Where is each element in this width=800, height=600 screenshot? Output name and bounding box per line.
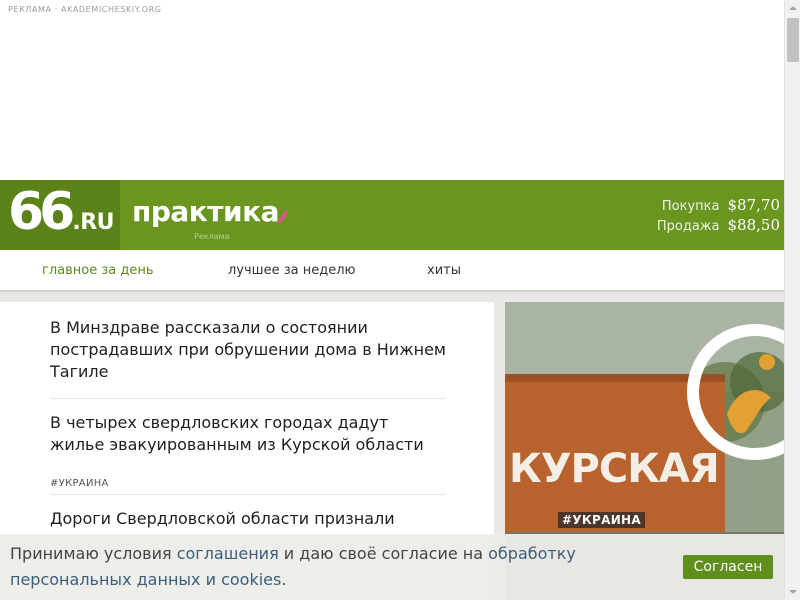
news-item[interactable]: В Минздраве рассказали о состоянии постр…: [50, 317, 446, 383]
photo-tag[interactable]: #УКРАИНА: [558, 512, 645, 528]
news-title[interactable]: В Минздраве рассказали о состоянии постр…: [50, 317, 446, 383]
news-item[interactable]: Дороги Свердловской области признали: [50, 508, 446, 530]
cookie-text: Принимаю условия соглашения и даю своё с…: [10, 541, 670, 593]
ad-area: РЕКЛАМА · AKADEMICHESKIY.ORG: [0, 0, 784, 180]
currency-buy-row: Покупка $87,70: [657, 196, 780, 216]
tab-weekly[interactable]: лучшее за неделю: [228, 263, 355, 278]
cookie-banner: Принимаю условия соглашения и даю своё с…: [0, 534, 784, 600]
news-divider: [50, 494, 446, 495]
site-logo: 66.RU: [8, 182, 115, 242]
currency-buy-label: Покупка: [661, 199, 720, 214]
accept-cookies-button[interactable]: Согласен: [683, 555, 773, 579]
page-scrollbar[interactable]: [784, 0, 800, 600]
site-header: 66.RU практика Реклама Покупка $87,70 Пр…: [0, 180, 784, 250]
currency-sell-value: $88,50: [727, 216, 781, 234]
promo-name: практика: [132, 195, 280, 228]
logo-number: 66: [8, 182, 75, 242]
scroll-down-icon[interactable]: [785, 584, 800, 600]
news-tag[interactable]: #УКРАИНА: [50, 478, 109, 489]
cookie-text-part: .: [281, 570, 287, 589]
news-item[interactable]: В четырех свердловских городах дадут жил…: [50, 412, 446, 456]
currency-buy-value: $87,70: [727, 196, 781, 214]
currency-sell-label: Продажа: [656, 219, 720, 234]
news-title[interactable]: В четырех свердловских городах дадут жил…: [50, 412, 446, 456]
promo-accent-mark: [277, 211, 289, 223]
promo-ad-note: Реклама: [194, 232, 230, 241]
promo-banner[interactable]: практика Реклама: [132, 194, 289, 241]
agreement-link[interactable]: соглашения: [177, 544, 279, 563]
news-tabs: главное за день лучшее за неделю хиты: [0, 250, 784, 292]
tab-hits[interactable]: хиты: [427, 263, 461, 278]
news-title[interactable]: Дороги Свердловской области признали: [50, 508, 446, 530]
cookie-text-part: Принимаю условия: [10, 544, 177, 563]
logo-link[interactable]: 66.RU: [0, 180, 120, 250]
scroll-thumb[interactable]: [787, 18, 799, 62]
cookie-text-part: и даю своё согласие на: [278, 544, 489, 563]
news-divider: [50, 398, 446, 399]
currency-sell-row: Продажа $88,50: [657, 216, 780, 236]
logo-domain: .RU: [72, 210, 115, 235]
tab-daily[interactable]: главное за день: [42, 263, 154, 278]
scroll-up-icon[interactable]: [785, 0, 800, 16]
photo-sign-text: КУРСКАЯ: [509, 446, 719, 492]
currency-widget[interactable]: Покупка $87,70 Продажа $88,50: [657, 196, 780, 236]
ad-label: РЕКЛАМА · AKADEMICHESKIY.ORG: [8, 5, 162, 14]
